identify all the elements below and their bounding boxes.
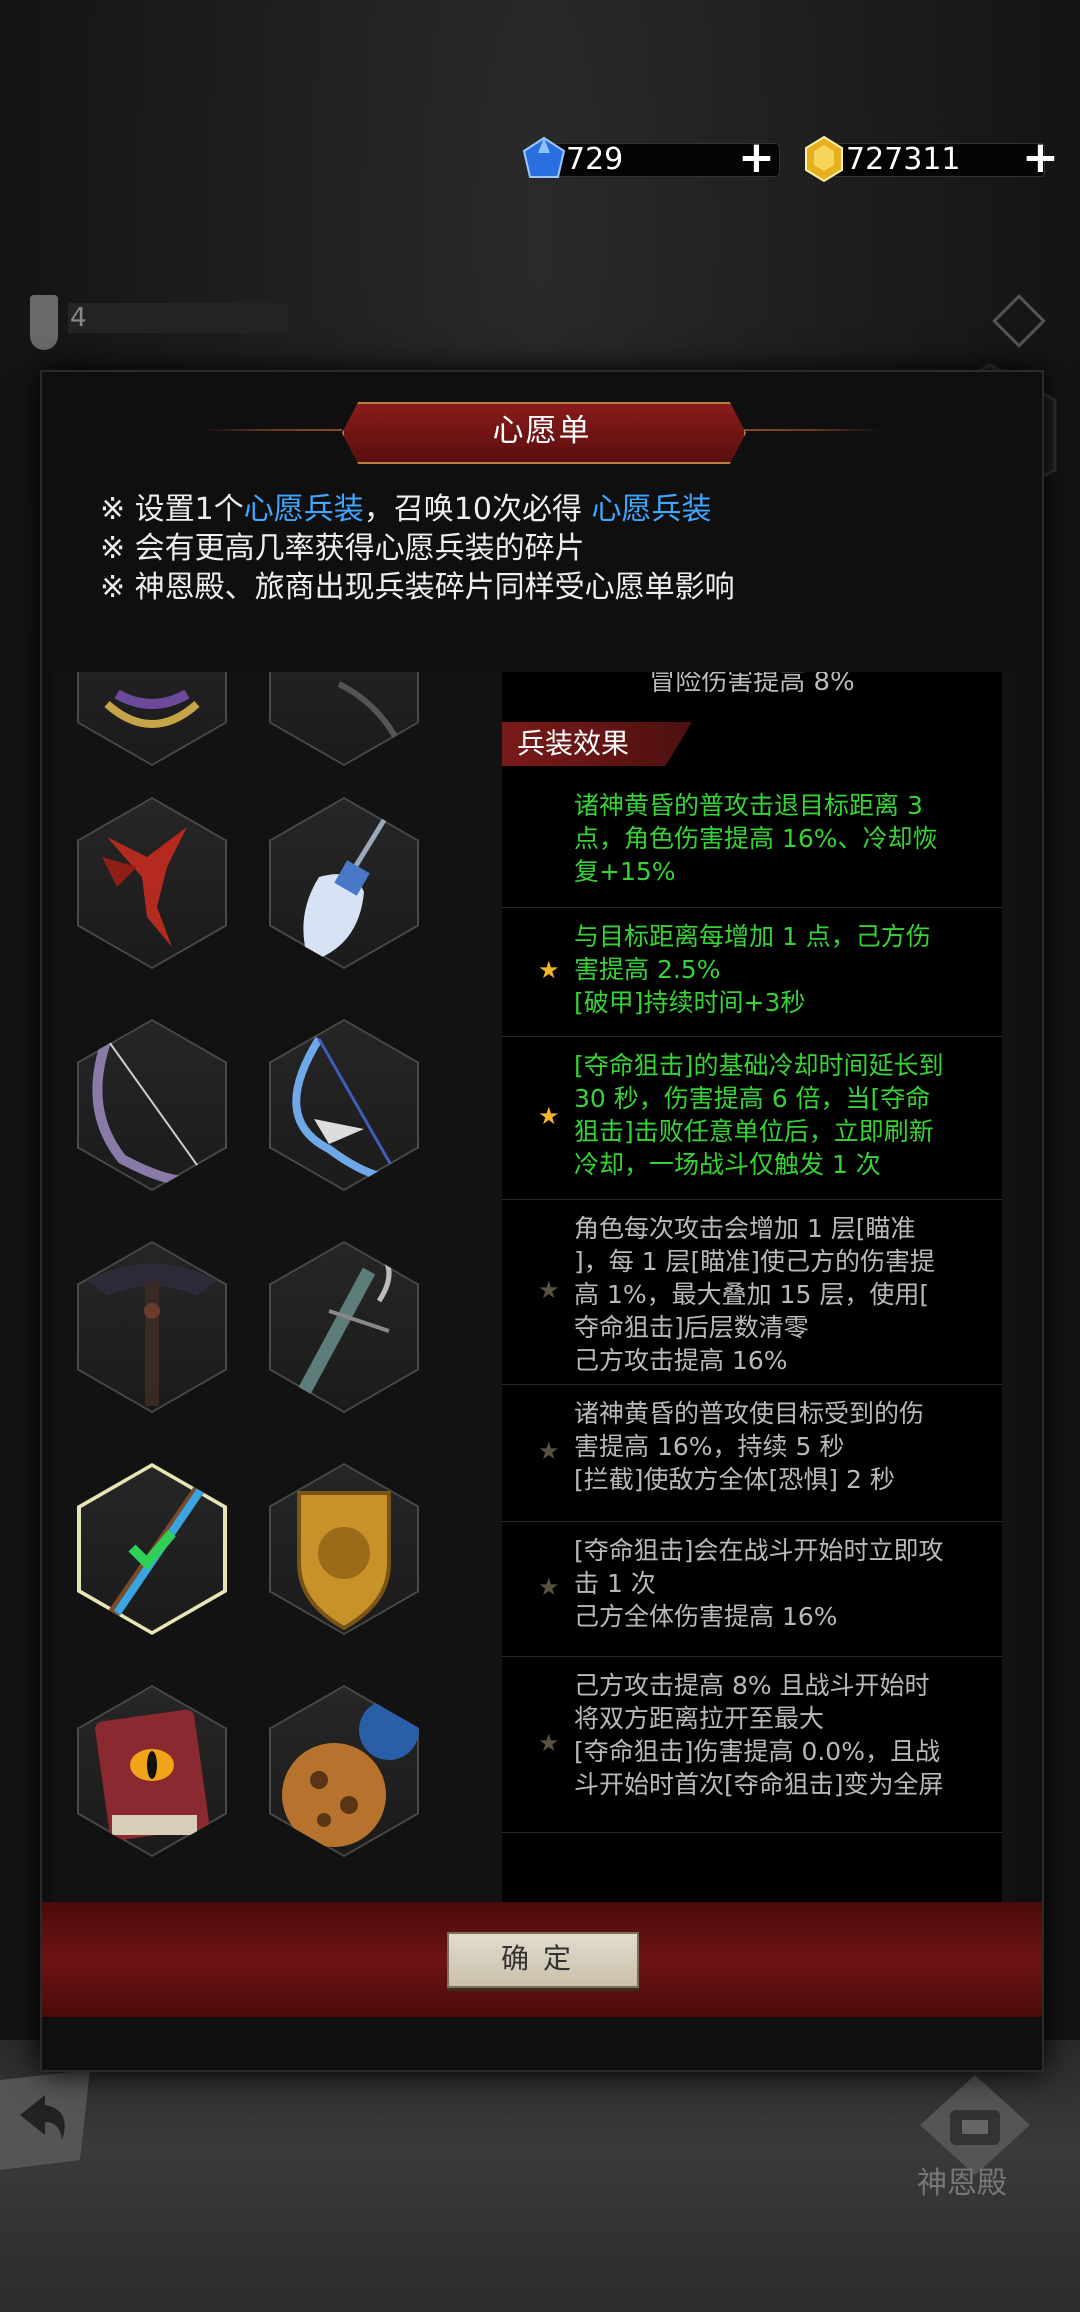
effect-row: ★ [夺命狙击]的基础冷却时间延长到 30 秒，伤害提高 6 倍，当[夺命 狙击]击败…	[502, 1037, 1002, 1200]
star-icon: ★	[538, 1102, 560, 1130]
rules-list: ※ 设置1个心愿兵装，召唤10次必得 心愿兵装 ※ 会有更高几率获得心愿兵装的碎…	[100, 490, 1000, 607]
star-icon: ★	[538, 1573, 560, 1601]
effect-line: 与目标距离每增加 1 点，己方伤	[574, 922, 931, 951]
level-number: 4	[70, 303, 87, 333]
effect-text: 诸神黄昏的普攻使目标受到的伤 害提高 16%，持续 5 秒 [拦截]使敌方全体[恐惧…	[574, 1397, 999, 1496]
effect-line: [破甲]持续时间+3秒	[574, 988, 806, 1017]
effect-line: 己方攻击提高 8% 且战斗开始时	[574, 1671, 930, 1700]
add-gold-button[interactable]: +	[1022, 136, 1059, 180]
effect-line: [夺命狙击]会在战斗开始时立即攻	[574, 1536, 944, 1565]
ice-bow-icon	[292, 1036, 401, 1183]
effect-line: 高 1%，最大叠加 15 层，使用[	[574, 1280, 930, 1309]
level-bar	[68, 303, 288, 333]
effect-line: 点，角色伤害提高 16%、冷却恢	[574, 824, 938, 853]
laurel-wreath-icon	[104, 689, 200, 728]
temple-label[interactable]: 神恩殿	[917, 2158, 1007, 2202]
effect-line: ]，每 1 层[瞄准]使己方的伤害提	[574, 1247, 936, 1276]
item-laurel-wreath[interactable]	[77, 672, 227, 766]
dialog-title: 心愿单	[492, 413, 592, 449]
wishlist-dialog: 心愿单 ※ 设置1个心愿兵装，召唤10次必得 心愿兵装 ※ 会有更高几率获得心愿…	[40, 370, 1044, 2072]
effect-row: ★ 诸神黄昏的普攻使目标受到的伤 害提高 16%，持续 5 秒 [拦截]使敌方全体[恐…	[502, 1385, 1002, 1522]
effect-line: 己方全体伤害提高 16%	[574, 1602, 838, 1631]
effect-text: [夺命狙击]会在战斗开始时立即攻击 1 次己方全体伤害提高 16%	[574, 1534, 999, 1633]
dark-crossbow-icon	[87, 1263, 217, 1406]
item-list-panel[interactable]: 冒险伤害提高 8% 兵装效果 诸神黄昏的普攻击退目标距离 3 点，角色伤害提高 1…	[52, 672, 1016, 1982]
effect-line: 斗开始时首次[夺命狙击]变为全屏	[574, 1770, 944, 1799]
cosmic-orb-icon	[282, 1700, 419, 1847]
back-arrow-icon[interactable]	[0, 2070, 96, 2170]
item-scythe[interactable]	[269, 672, 419, 766]
effects-panel[interactable]: 冒险伤害提高 8% 兵装效果 诸神黄昏的普攻击退目标距离 3 点，角色伤害提高 1…	[502, 672, 1002, 1982]
red-dragon-icon	[102, 827, 187, 947]
scythe-icon	[337, 681, 402, 746]
effect-line: 击 1 次	[574, 1569, 656, 1598]
effect-line: 30 秒，伤害提高 6 倍，当[夺命	[574, 1084, 931, 1113]
effect-line: 将双方距离拉开至最大	[574, 1704, 825, 1733]
item-lion-shield[interactable]	[269, 1463, 419, 1635]
item-dark-crossbow[interactable]	[77, 1241, 227, 1413]
shadow-bow-icon	[92, 1037, 209, 1187]
crystal-spear-icon	[303, 810, 392, 962]
adventure-damage-text: 冒险伤害提高 8%	[649, 672, 855, 697]
item-crystal-spear[interactable]	[269, 797, 419, 969]
item-eye-tome[interactable]	[77, 1685, 227, 1857]
effect-row: 诸神黄昏的普攻击退目标距离 3 点，角色伤害提高 16%、冷却恢 复+15%	[502, 777, 1002, 908]
item-ice-bow[interactable]	[269, 1019, 419, 1191]
item-red-dragon[interactable]	[77, 797, 227, 969]
rule-3: ※ 神恩殿、旅商出现兵装碎片同样受心愿单影响	[100, 570, 735, 605]
effect-row: ★ 角色每次攻击会增加 1 层[瞄准 ]，每 1 层[瞄准]使己方的伤害提高 1%，…	[502, 1200, 1002, 1385]
effect-line: [夺命狙击]伤害提高 0.0%，且战	[574, 1737, 940, 1766]
rule-1: ※ 设置1个心愿兵装，召唤10次必得 心愿兵装	[100, 490, 1000, 529]
star-icon: ★	[538, 1437, 560, 1465]
effect-line: 角色每次攻击会增加 1 层[瞄准	[574, 1214, 916, 1243]
effect-row: ★ 与目标距离每增加 1 点，己方伤 害提高 2.5% [破甲]持续时间+3秒	[502, 908, 1002, 1037]
level-indicator: 4	[30, 295, 288, 350]
confirm-button[interactable]: 确定	[447, 1932, 639, 1988]
effects-header: 兵装效果	[517, 727, 630, 760]
effect-row: ★ 己方攻击提高 8% 且战斗开始时 将双方距离拉开至最大 [夺命狙击]伤害提高 0.…	[502, 1657, 1002, 1833]
effect-line: 害提高 16%，持续 5 秒	[574, 1432, 845, 1461]
star-icon: ★	[538, 1728, 560, 1757]
effect-line: 诸神黄昏的普攻击退目标距离 3	[574, 791, 923, 820]
effect-text: 角色每次攻击会增加 1 层[瞄准 ]，每 1 层[瞄准]使己方的伤害提高 1%，最…	[574, 1212, 999, 1377]
effect-line: 害提高 2.5%	[574, 955, 721, 984]
eye-tome-icon	[95, 1709, 209, 1841]
rule-1-prefix: ※ 设置1个	[100, 492, 244, 527]
rule-1-highlight-a: 心愿兵装	[243, 492, 364, 527]
effect-line: 诸神黄昏的普攻使目标受到的伤	[574, 1399, 925, 1428]
effect-line: 夺命狙击]后层数清零	[574, 1313, 809, 1342]
rule-1-highlight-b: 心愿兵装	[591, 492, 712, 527]
title-deco-left	[202, 429, 342, 431]
effect-text: 诸神黄昏的普攻击退目标距离 3 点，角色伤害提高 16%、冷却恢 复+15%	[574, 789, 999, 888]
gold-gem-icon	[805, 135, 843, 183]
star-icon: ★	[538, 956, 560, 984]
star-icon: ★	[538, 1276, 560, 1304]
effect-line: 己方攻击提高 16%	[574, 1346, 788, 1375]
effect-text: 己方攻击提高 8% 且战斗开始时 将双方距离拉开至最大 [夺命狙击]伤害提高 0.0…	[574, 1669, 999, 1801]
effect-text: [夺命狙击]的基础冷却时间延长到 30 秒，伤害提高 6 倍，当[夺命 狙击]击败任…	[574, 1049, 999, 1181]
item-cosmic-orb[interactable]	[269, 1685, 419, 1857]
effect-line: 狙击]击败任意单位后，立即刷新	[574, 1117, 934, 1146]
item-shadow-bow[interactable]	[77, 1019, 227, 1191]
gem-count: 729	[566, 142, 624, 177]
rule-1-middle: ，召唤10次必得	[363, 492, 592, 527]
currency-bar: 729 + 727311 +	[520, 135, 1060, 183]
effect-text: 与目标距离每增加 1 点，己方伤 害提高 2.5% [破甲]持续时间+3秒	[574, 920, 999, 1019]
shield-icon	[30, 295, 58, 350]
effect-row: ★ [夺命狙击]会在战斗开始时立即攻击 1 次己方全体伤害提高 16%	[502, 1522, 1002, 1657]
item-blue-rifle[interactable]	[77, 1463, 227, 1635]
effect-line: [拦截]使敌方全体[恐惧] 2 秒	[574, 1465, 895, 1494]
effect-line: 冷却，一场战斗仅触发 1 次	[574, 1150, 881, 1179]
effect-line: 复+15%	[574, 857, 676, 886]
add-gems-button[interactable]: +	[738, 136, 775, 180]
lion-shield-icon	[297, 1491, 391, 1631]
steel-crossbow-icon	[292, 1249, 392, 1405]
effect-line: [夺命狙击]的基础冷却时间延长到	[574, 1051, 944, 1080]
item-steel-crossbow[interactable]	[269, 1241, 419, 1413]
blue-gem-icon	[522, 136, 566, 178]
title-deco-right	[742, 429, 882, 431]
rule-2: ※ 会有更高几率获得心愿兵装的碎片	[100, 531, 585, 566]
blue-rifle-icon	[102, 1474, 212, 1627]
gold-count: 727311	[846, 142, 961, 177]
